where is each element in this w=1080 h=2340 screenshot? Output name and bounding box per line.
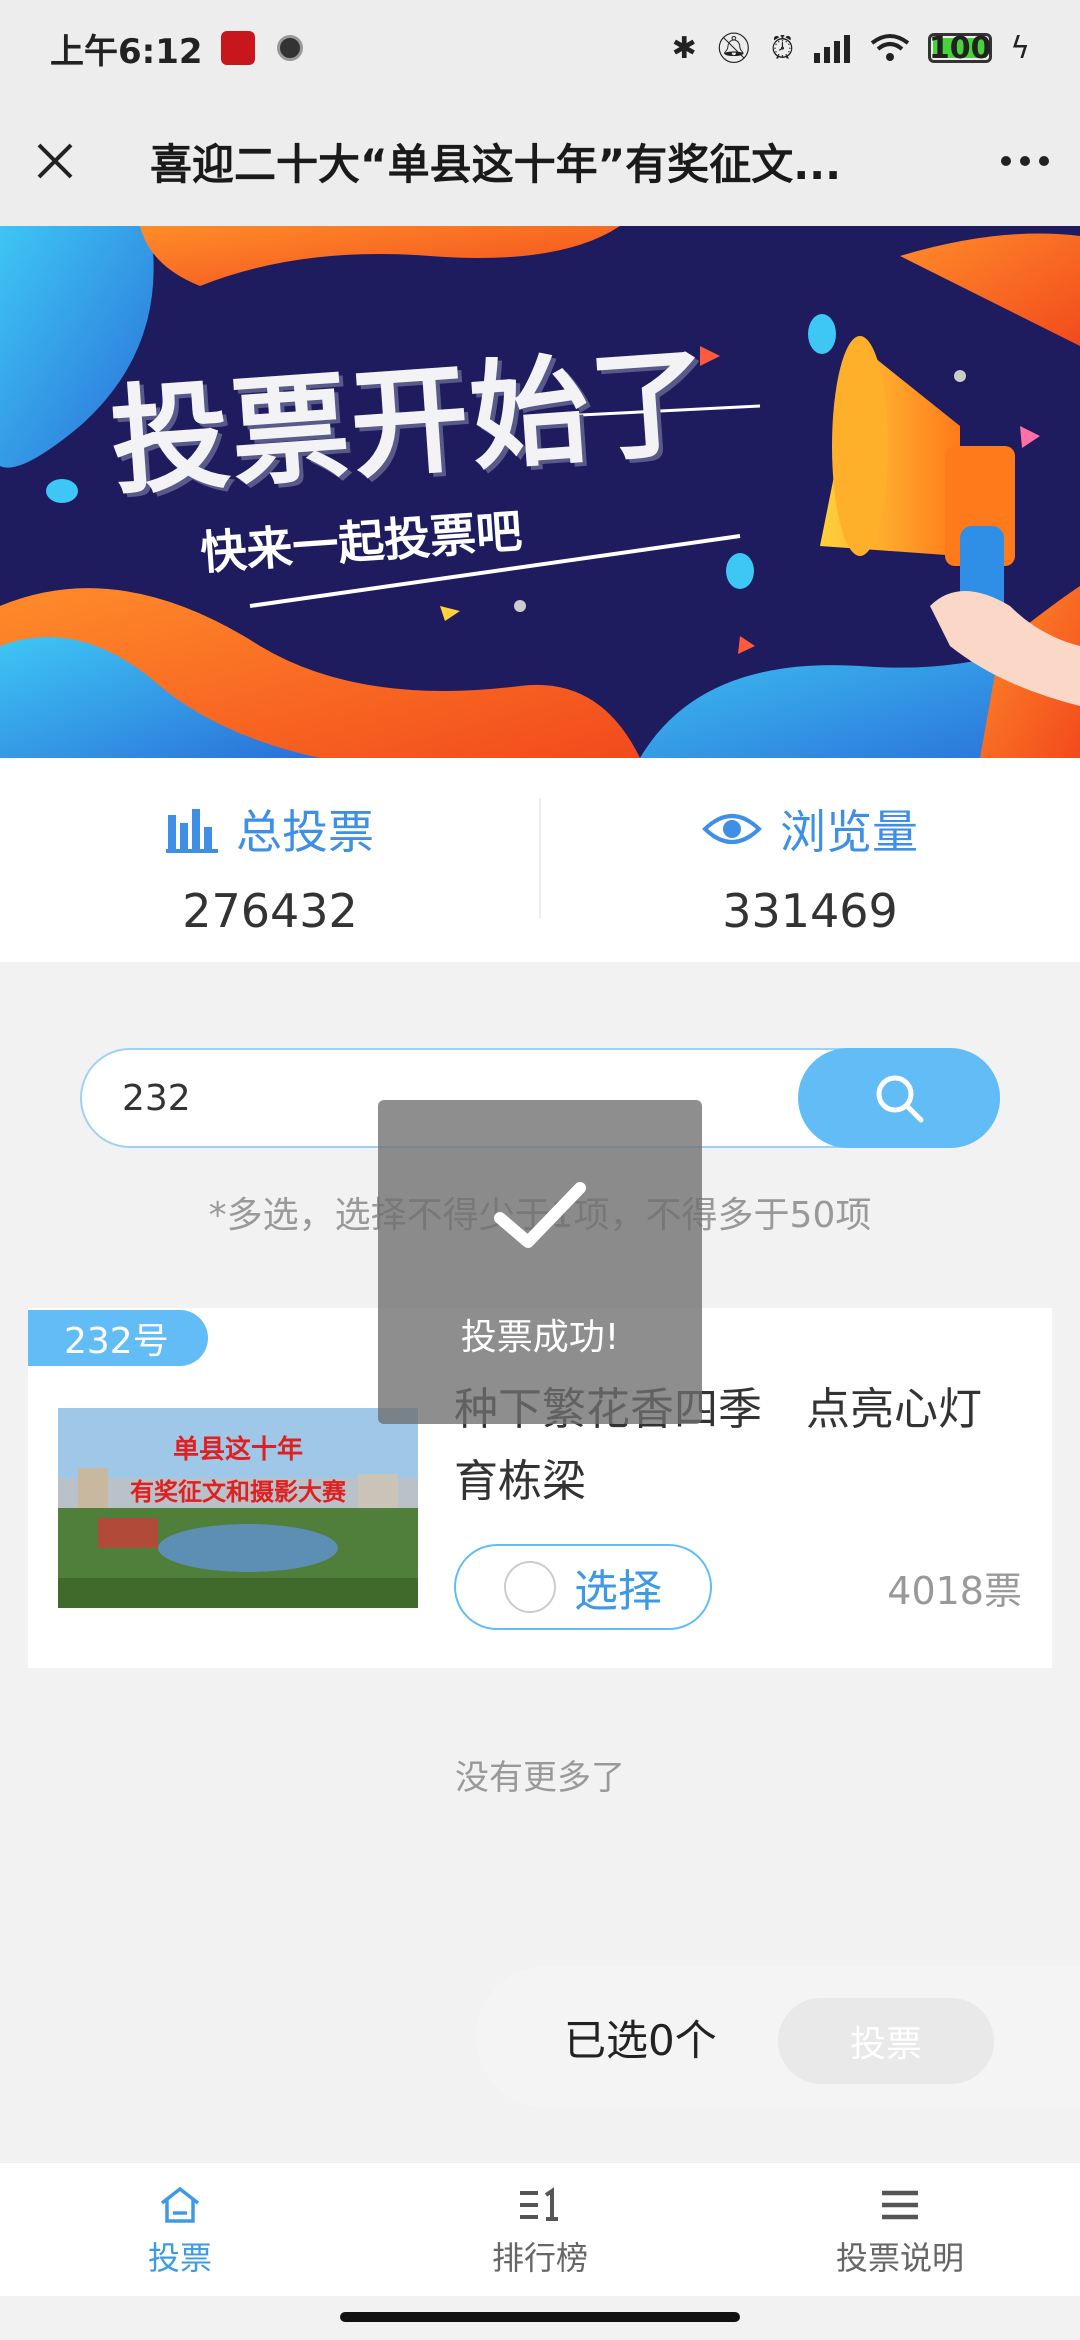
ranking-icon: [520, 2187, 558, 2221]
battery-level: 100: [928, 30, 992, 66]
checkmark-icon: [494, 1182, 586, 1248]
home-indicator[interactable]: [340, 2312, 740, 2322]
tab-instructions-label: 投票说明: [835, 2239, 964, 2277]
checkbox-circle-icon: [504, 1561, 556, 1613]
eye-icon: [702, 814, 762, 844]
stat-total-votes: 总投票 276432: [0, 758, 540, 962]
bluetooth-icon: ✱: [671, 30, 697, 66]
battery-icon: 100: [928, 30, 993, 66]
more-button[interactable]: [970, 96, 1080, 226]
total-votes-value: 276432: [182, 884, 358, 938]
tab-vote-label: 投票: [147, 2239, 212, 2277]
app-notification-icon: [220, 31, 255, 65]
banner: 投票开始了 快来一起投票吧: [0, 226, 1080, 758]
success-toast: 投票成功!: [378, 1100, 702, 1424]
select-label: 选择: [574, 1566, 662, 1617]
tab-ranking[interactable]: 排行榜: [360, 2163, 720, 2296]
status-icons: ✱ 🔕︎ ⏰︎ 100 ϟ: [672, 31, 1030, 66]
charging-icon: ϟ: [1010, 30, 1030, 66]
divider: [539, 798, 541, 918]
vote-button[interactable]: 投票: [778, 1998, 994, 2084]
views-value: 331469: [722, 884, 898, 938]
alarm-icon: ⏰︎: [770, 30, 795, 66]
bar-chart-icon: [166, 809, 218, 853]
views-label: 浏览量: [780, 805, 918, 859]
thumbnail-text-2: 有奖征文和摄影大赛: [130, 1477, 347, 1506]
toast-message: 投票成功!: [460, 1317, 620, 1358]
thumbnail-text-1: 单县这十年: [173, 1434, 303, 1465]
select-button[interactable]: 选择: [454, 1544, 712, 1630]
mute-icon: 🔕︎: [714, 30, 753, 66]
tab-instructions[interactable]: 投票说明: [720, 2163, 1080, 2296]
home-icon: [160, 2186, 200, 2223]
thumbnail-image: 单县这十年 有奖征文和摄影大赛: [58, 1408, 418, 1608]
total-votes-label: 总投票: [236, 805, 374, 859]
recording-icon: [276, 35, 303, 61]
vote-bar: 已选0个 投票: [476, 1966, 1080, 2108]
stat-views: 浏览量 331469: [540, 758, 1080, 962]
selected-count: 已选0个: [564, 2015, 717, 2065]
tab-bar: 投票 排行榜 投票说明: [0, 2162, 1080, 2296]
tab-vote[interactable]: 投票: [0, 2163, 360, 2296]
no-more-text: 没有更多了: [455, 1758, 625, 1798]
signal-icon: [814, 35, 851, 63]
entry-number-badge: 232号: [28, 1310, 208, 1366]
wifi-icon: [870, 34, 910, 61]
menu-icon: [882, 2190, 918, 2220]
close-icon: [37, 143, 73, 179]
page-title: 喜迎二十大“单县这十年”有奖征文...: [150, 139, 842, 189]
tab-ranking-label: 排行榜: [491, 2239, 588, 2277]
status-time: 上午6:12: [50, 31, 203, 72]
status-bar: 上午6:12 ✱ 🔕︎ ⏰︎ 100 ϟ: [0, 0, 1080, 96]
search-icon: [876, 1075, 924, 1123]
stats-panel: 总投票 276432 浏览量 331469: [0, 758, 1080, 962]
entry-thumbnail[interactable]: 单县这十年 有奖征文和摄影大赛: [58, 1408, 418, 1608]
search-button[interactable]: [798, 1048, 1000, 1148]
header: 喜迎二十大“单县这十年”有奖征文...: [0, 96, 1080, 226]
more-icon: [1001, 156, 1011, 166]
close-button[interactable]: [0, 96, 110, 226]
entry-vote-count: 4018票: [887, 1569, 1022, 1613]
